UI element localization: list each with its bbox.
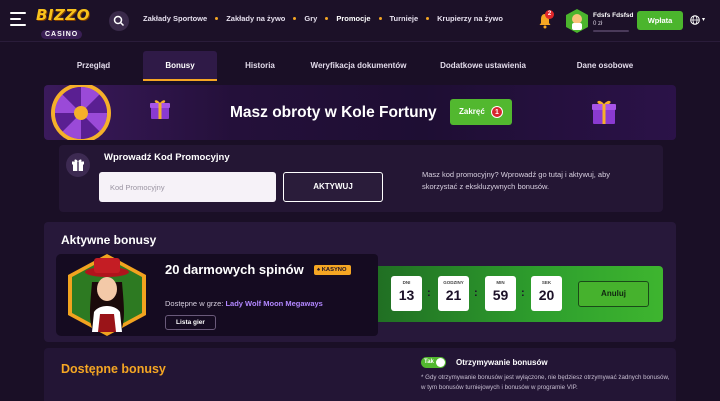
timer-separator: : [474, 287, 478, 299]
bonus-game-character-image [68, 254, 146, 336]
nav-item-promotions[interactable]: Promocje [336, 14, 370, 23]
tab-personal-data[interactable]: Dane osobowe [552, 51, 658, 81]
cancel-bonus-button[interactable]: Anuluj [578, 281, 649, 307]
account-tabs: Przegląd Bonusy Historia Weryfikacja dok… [44, 51, 676, 81]
bonus-game-link[interactable]: Lady Wolf Moon Megaways [225, 299, 322, 308]
main-nav: Zakłady Sportowe Zakłady na żywo Gry Pro… [143, 14, 503, 23]
user-level-progress [593, 30, 629, 32]
promo-code-input[interactable] [99, 172, 276, 202]
receive-bonuses-note: * Gdy otrzymywanie bonusów jest wyłączon… [421, 374, 670, 391]
bizzo-casino-logo[interactable]: BIZZO CASINO [36, 6, 92, 39]
timer-separator: : [427, 287, 431, 299]
promo-code-description: Masz kod promocyjny? Wprowadź go tutaj i… [422, 170, 610, 191]
tab-bonuses[interactable]: Bonusy [143, 51, 217, 81]
hamburger-menu-icon[interactable] [10, 12, 26, 26]
wheel-banner-title: Masz obroty w Kole Fortuny [230, 104, 437, 121]
nav-separator [426, 17, 430, 20]
timer-days: DNI 13 [391, 276, 422, 311]
available-bonuses-title: Dostępne bonusy [61, 362, 166, 376]
tab-history[interactable]: Historia [217, 51, 303, 81]
globe-icon[interactable] [690, 15, 700, 25]
gift-icon [150, 100, 170, 119]
tab-overview[interactable]: Przegląd [44, 51, 143, 81]
activate-button[interactable]: AKTYWUJ [283, 172, 383, 202]
notification-count-badge: 2 [545, 10, 554, 19]
toggle-state-label: Tak [424, 359, 434, 365]
logo-text: BIZZO [36, 6, 91, 24]
timer-hours-label: GODZINY [443, 280, 464, 285]
receive-bonuses-label: Otrzymywanie bonusów [456, 358, 548, 367]
timer-separator: : [521, 287, 525, 299]
search-icon[interactable] [109, 11, 129, 31]
logo-subtext: CASINO [41, 30, 83, 39]
bonus-name: 20 darmowych spinów [165, 262, 304, 277]
nav-separator [215, 17, 219, 20]
user-name[interactable]: Fdsfs Fdsfsd [593, 12, 633, 19]
deposit-button[interactable]: Wpłata [637, 11, 683, 30]
timer-minutes-value: 59 [492, 287, 509, 303]
timer-hours-value: 21 [445, 287, 462, 303]
nav-item-tournaments[interactable]: Turnieje [390, 14, 419, 23]
active-bonuses-title: Aktywne bonusy [61, 233, 157, 247]
available-in-label: Dostępne w grze: [165, 299, 224, 308]
timer-seconds-label: SEK [541, 280, 552, 285]
nav-item-live-betting[interactable]: Zakłady na żywo [226, 14, 285, 23]
casino-badge: ♠ KASYNO [314, 265, 351, 275]
promo-code-title: Wprowadź Kod Promocyjny [104, 152, 230, 163]
nav-separator [293, 17, 297, 20]
toggle-knob[interactable] [436, 358, 445, 367]
timer-minutes: MIN 59 [485, 276, 516, 311]
timer-days-label: DNI [402, 280, 411, 285]
timer-days-value: 13 [398, 287, 415, 303]
spin-count-badge: 1 [491, 106, 503, 118]
user-avatar[interactable] [565, 8, 589, 34]
timer-seconds: SEK 20 [531, 276, 562, 311]
timer-hours: GODZINY 21 [438, 276, 469, 311]
timer-minutes-label: MIN [496, 280, 505, 285]
nav-item-live-dealers[interactable]: Krupierzy na żywo [437, 14, 503, 23]
nav-item-sports[interactable]: Zakłady Sportowe [143, 14, 207, 23]
nav-separator [325, 17, 329, 20]
nav-separator [378, 17, 382, 20]
gift-icon [592, 100, 616, 124]
nav-item-games[interactable]: Gry [304, 14, 317, 23]
game-list-button[interactable]: Lista gier [165, 315, 216, 330]
gift-icon [66, 153, 90, 177]
top-navigation-bar: BIZZO CASINO Zakłady Sportowe Zakłady na… [0, 0, 720, 42]
bonus-game-info: Dostępne w grze: Lady Wolf Moon Megaways [165, 299, 323, 308]
fortune-wheel-image [51, 85, 111, 140]
timer-seconds-value: 20 [538, 287, 555, 303]
tab-document-verification[interactable]: Weryfikacja dokumentów [303, 51, 414, 81]
tab-additional-settings[interactable]: Dodatkowe ustawienia [414, 51, 552, 81]
chevron-down-icon[interactable]: ▾ [702, 16, 705, 23]
user-balance: 0 zł [593, 21, 603, 27]
casino-badge-label: KASYNO [321, 267, 347, 273]
